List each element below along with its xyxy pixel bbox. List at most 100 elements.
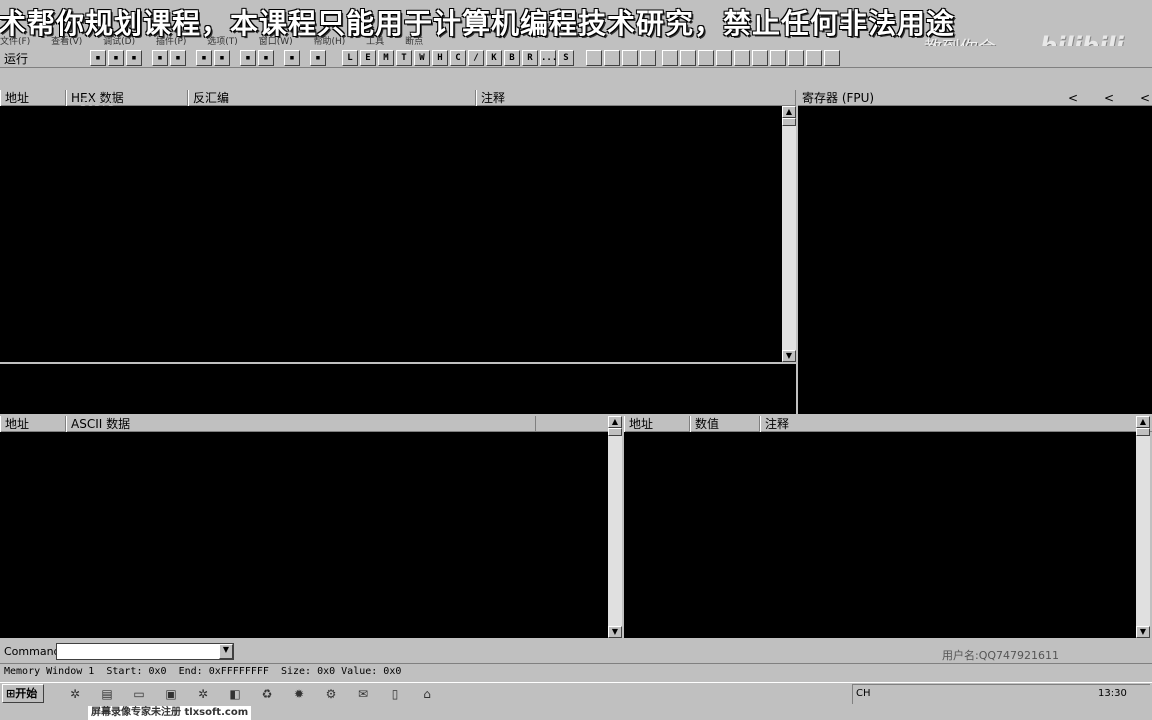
dump-pane-header: 地址 ASCII 数据 xyxy=(0,416,622,432)
goto-icon[interactable]: ▪ xyxy=(310,50,326,66)
scroll-up-icon[interactable]: ▲ xyxy=(608,416,622,428)
video-banner: 术帮你规划课程，本课程只能用于计算机编程技术研究，禁止任何非法用途 文件(F) … xyxy=(0,0,1152,46)
cpu-scrollbar[interactable]: ▲ ▼ xyxy=(782,106,796,362)
btn-d-icon[interactable] xyxy=(716,50,732,66)
chevron-down-icon[interactable]: ▼ xyxy=(219,644,233,659)
help-icon[interactable] xyxy=(622,50,638,66)
btn-h-icon[interactable] xyxy=(788,50,804,66)
menu-debug[interactable]: 调试(D) xyxy=(103,37,135,46)
logo-caption: 教到你会 xyxy=(924,34,996,46)
floppy-icon[interactable]: ▣ xyxy=(162,685,180,703)
toolbar-button-3[interactable]: M xyxy=(378,50,394,66)
scroll-thumb[interactable] xyxy=(608,428,622,436)
arrow-left-icon[interactable]: < xyxy=(1140,90,1150,106)
btn-c-icon[interactable] xyxy=(698,50,714,66)
column-address[interactable]: 地址 xyxy=(0,90,66,106)
memory-dump-view[interactable] xyxy=(0,432,608,638)
arrow-left-icon[interactable]: < xyxy=(1104,90,1114,106)
menu-options[interactable]: 选项(T) xyxy=(207,37,238,46)
list-icon[interactable] xyxy=(586,50,602,66)
start-button[interactable]: ⊞开始 xyxy=(2,684,44,703)
toolbar-button-11[interactable]: R xyxy=(522,50,538,66)
bug-icon[interactable]: ✹ xyxy=(290,685,308,703)
windows-logo-icon: ⊞ xyxy=(6,687,16,700)
command-input[interactable] xyxy=(56,643,234,660)
column-address[interactable]: 地址 xyxy=(0,416,66,432)
gear-icon[interactable]: ⚙ xyxy=(322,685,340,703)
toolbar-button-13[interactable]: S xyxy=(558,50,574,66)
step-into-icon[interactable]: ▪ xyxy=(196,50,212,66)
menu-view[interactable]: 查看(V) xyxy=(51,37,82,46)
scroll-up-icon[interactable]: ▲ xyxy=(782,106,796,118)
toolbar-button-7[interactable]: C xyxy=(450,50,466,66)
column-disassembly[interactable]: 反汇编 xyxy=(188,90,476,106)
recycle-icon[interactable]: ♻ xyxy=(258,685,276,703)
cpu-pane-header: 地址 HEX 数据 反汇编 注释 xyxy=(0,90,796,106)
scroll-down-icon[interactable]: ▼ xyxy=(1136,626,1150,638)
btn-b-icon[interactable] xyxy=(680,50,696,66)
open-icon[interactable]: ▪ xyxy=(90,50,106,66)
menu-file[interactable]: 文件(F) xyxy=(0,37,30,46)
play-icon[interactable]: ▪ xyxy=(152,50,168,66)
trace-over-icon[interactable]: ▪ xyxy=(258,50,274,66)
scroll-up-icon[interactable]: ▲ xyxy=(1136,416,1150,428)
toolbar-button-5[interactable]: W xyxy=(414,50,430,66)
column-ascii-data[interactable]: ASCII 数据 xyxy=(66,416,536,432)
toolbar-button-9[interactable]: K xyxy=(486,50,502,66)
scroll-down-icon[interactable]: ▼ xyxy=(608,626,622,638)
stack-pane-header: 地址 数值 注释 xyxy=(624,416,1152,432)
mail-icon[interactable]: ✉ xyxy=(354,685,372,703)
window-icon[interactable] xyxy=(604,50,620,66)
window-icon[interactable]: ▭ xyxy=(130,685,148,703)
stack-scrollbar[interactable]: ▲ ▼ xyxy=(1136,416,1150,638)
font-icon[interactable] xyxy=(640,50,656,66)
pause-icon[interactable]: ▪ xyxy=(170,50,186,66)
menu-help[interactable]: 帮助(H) xyxy=(314,37,346,46)
toolbar-button-6[interactable]: H xyxy=(432,50,448,66)
rewind-icon[interactable]: ▪ xyxy=(108,50,124,66)
bell-icon[interactable]: ⌂ xyxy=(418,685,436,703)
menu-plugins[interactable]: 插件(P) xyxy=(156,37,186,46)
column-value[interactable]: 数值 xyxy=(690,416,760,432)
btn-f-icon[interactable] xyxy=(752,50,768,66)
column-address[interactable]: 地址 xyxy=(624,416,690,432)
menu-tools[interactable]: 工具 xyxy=(366,37,384,46)
toolbar-button-4[interactable]: T xyxy=(396,50,412,66)
settings-icon[interactable]: ✲ xyxy=(66,685,84,703)
clock[interactable]: 13:30 xyxy=(1098,688,1127,699)
scroll-thumb[interactable] xyxy=(782,118,796,126)
debugger-icon[interactable]: ✲ xyxy=(194,685,212,703)
toolbar-button-2[interactable]: E xyxy=(360,50,376,66)
toolbar-button-12[interactable]: ... xyxy=(540,50,557,66)
dump-scrollbar[interactable]: ▲ ▼ xyxy=(608,416,622,638)
trace-into-icon[interactable]: ▪ xyxy=(240,50,256,66)
register-view[interactable] xyxy=(798,106,1152,414)
toolbar-button-1[interactable]: L xyxy=(342,50,358,66)
camera-icon[interactable]: ◧ xyxy=(226,685,244,703)
btn-j-icon[interactable] xyxy=(824,50,840,66)
btn-g-icon[interactable] xyxy=(770,50,786,66)
recorder-watermark: 屏幕录像专家未注册 tlxsoft.com xyxy=(88,706,252,720)
step-over-icon[interactable]: ▪ xyxy=(214,50,230,66)
arrow-left-icon[interactable]: < xyxy=(1068,90,1078,106)
btn-e-icon[interactable] xyxy=(734,50,750,66)
cpu-disassembly-view[interactable] xyxy=(0,106,782,362)
folder-icon[interactable]: ▤ xyxy=(98,685,116,703)
menu-breakpoints[interactable]: 断点 xyxy=(405,37,423,46)
stack-view[interactable] xyxy=(624,432,1136,638)
scroll-down-icon[interactable]: ▼ xyxy=(782,350,796,362)
btn-a-icon[interactable] xyxy=(662,50,678,66)
toolbar-button-10[interactable]: B xyxy=(504,50,520,66)
menu-window[interactable]: 窗口(W) xyxy=(259,37,293,46)
btn-i-icon[interactable] xyxy=(806,50,822,66)
document-icon[interactable]: ▯ xyxy=(386,685,404,703)
info-pane[interactable] xyxy=(0,364,796,414)
column-comment[interactable]: 注释 xyxy=(760,416,1138,432)
scroll-thumb[interactable] xyxy=(1136,428,1150,436)
close-icon[interactable]: ▪ xyxy=(126,50,142,66)
toolbar-button-8[interactable]: / xyxy=(468,50,484,66)
input-language[interactable]: CH xyxy=(856,688,871,699)
column-comment[interactable]: 注释 xyxy=(476,90,796,106)
execute-till-return-icon[interactable]: ▪ xyxy=(284,50,300,66)
run-status: 运行 xyxy=(4,52,29,66)
